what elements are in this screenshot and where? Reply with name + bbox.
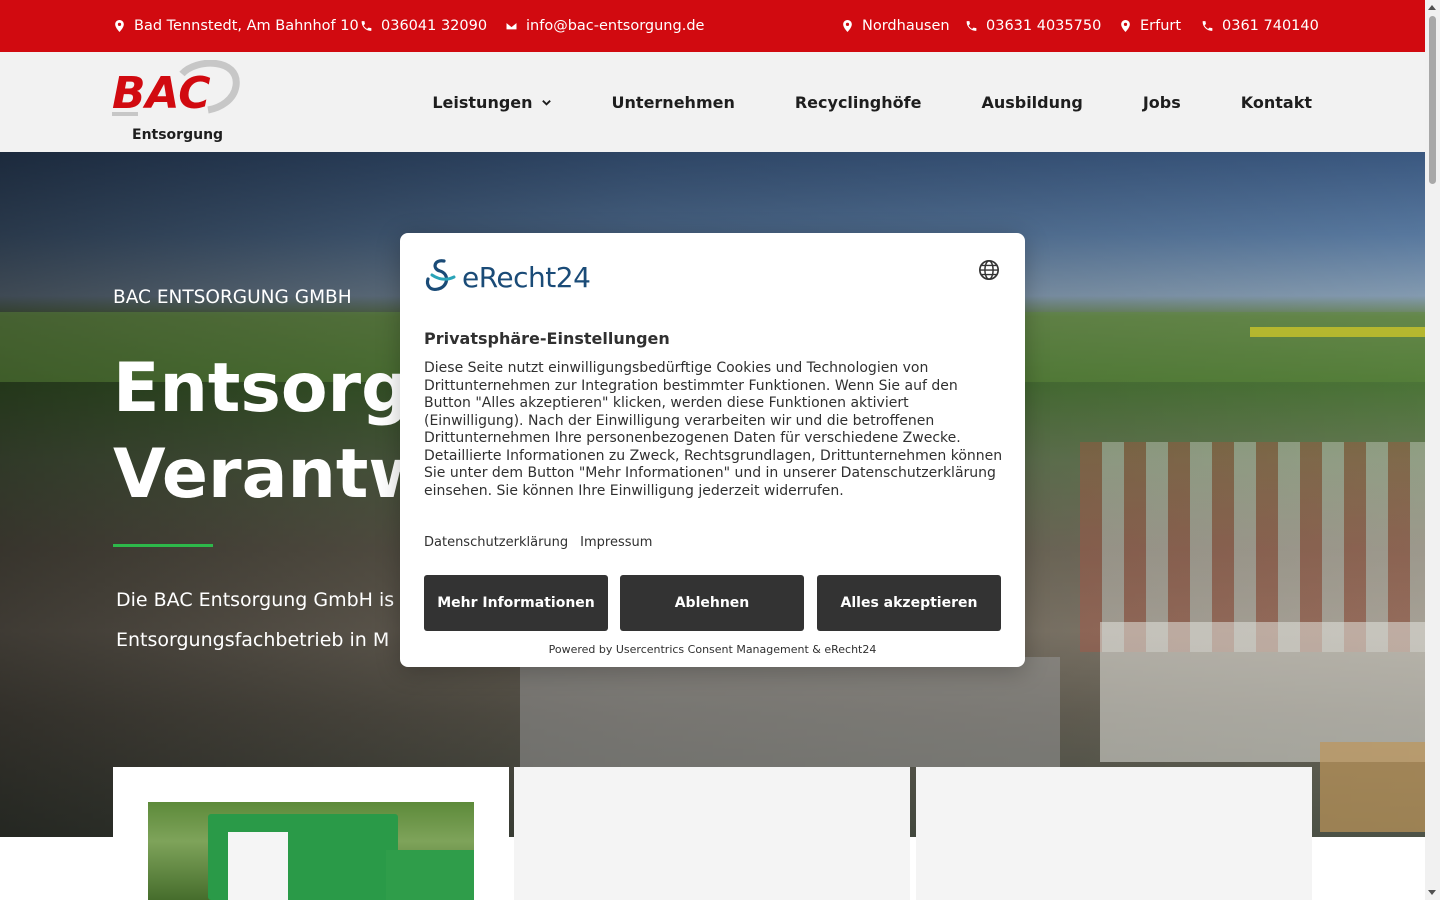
scroll-thumb[interactable]: [1429, 16, 1436, 184]
nav-item-leistungen[interactable]: Leistungen: [432, 93, 551, 112]
lead-line-2: Entsorgungsfachbetrieb in M: [116, 629, 390, 651]
phone-erfurt[interactable]: 0361 740140: [1201, 0, 1319, 52]
erecht24-logo: eRecht24: [424, 257, 591, 297]
nav-item-unternehmen[interactable]: Unternehmen: [612, 93, 735, 112]
nav-label: Recyclinghöfe: [794, 92, 922, 112]
address-bad-tennstedt[interactable]: Bad Tennstedt, Am Bahnhof 10: [113, 0, 359, 52]
logo-brand: BAC: [112, 68, 211, 119]
phone-text: 03631 4035750: [986, 18, 1102, 34]
phone-icon: [361, 21, 372, 31]
map-pin-icon: [115, 20, 124, 32]
service-card-1[interactable]: [113, 767, 509, 900]
headline-line-2: Verantwo: [113, 435, 413, 514]
chevron-down-icon: [541, 99, 551, 106]
location-nordhausen[interactable]: Nordhausen: [841, 0, 950, 52]
nav-label: Leistungen: [432, 92, 533, 112]
nav-item-kontakt[interactable]: Kontakt: [1241, 93, 1312, 112]
hero-lead: Die BAC Entsorgung GmbH is Entsorgungsfa…: [116, 580, 406, 660]
logo-subtitle: Entsorgung: [132, 127, 223, 143]
consent-dialog: eRecht24 Privatsphäre-Einstellungen Dies…: [400, 233, 1025, 667]
hero-bg-hall: [520, 657, 1060, 767]
accept-all-button[interactable]: Alles akzeptieren: [817, 575, 1001, 631]
scroll-up-arrow[interactable]: [1428, 5, 1436, 10]
erecht24-wordmark: eRecht24: [462, 260, 591, 294]
page-scrollbar[interactable]: [1425, 0, 1440, 900]
phone-nordhausen[interactable]: 03631 4035750: [965, 0, 1101, 52]
decline-button[interactable]: Ablehnen: [620, 575, 804, 631]
address-text: Bad Tennstedt, Am Bahnhof 10: [134, 18, 359, 34]
nav-item-jobs[interactable]: Jobs: [1143, 93, 1181, 112]
nav-label: Unternehmen: [611, 92, 735, 112]
hero-bg-building: [1100, 622, 1425, 762]
privacy-policy-link[interactable]: Datenschutzerklärung: [424, 535, 568, 550]
truck-cab: [228, 832, 288, 900]
hero-bg-rapeseed: [1250, 327, 1425, 337]
headline-line-1: Entsorgu: [113, 349, 413, 428]
bac-logo[interactable]: BAC Entsorgung: [110, 60, 240, 146]
email-text: info@bac-entsorgung.de: [526, 18, 705, 34]
consent-description: Diese Seite nutzt einwilligungsbedürftig…: [424, 360, 1003, 499]
skip-container: [386, 850, 474, 900]
hero-bg-town: [1080, 442, 1425, 652]
nav-item-recyclinghoefe[interactable]: Recyclinghöfe: [795, 93, 922, 112]
email-link[interactable]: info@bac-entsorgung.de: [505, 0, 704, 52]
powered-by-text: Powered by Usercentrics Consent Manageme…: [548, 643, 877, 656]
nav-label: Kontakt: [1240, 92, 1312, 112]
phone-icon: [966, 21, 977, 31]
hero-headline: Entsorgu Verantwo: [113, 346, 413, 518]
location-erfurt[interactable]: Erfurt: [1119, 0, 1181, 52]
phone-text: 0361 740140: [1222, 18, 1319, 34]
nav-item-ausbildung[interactable]: Ausbildung: [981, 93, 1082, 112]
location-text: Erfurt: [1140, 18, 1182, 34]
top-contact-bar: Bad Tennstedt, Am Bahnhof 10 036041 3209…: [0, 0, 1425, 52]
nav-label: Ausbildung: [981, 92, 1083, 112]
mail-icon: [505, 21, 518, 31]
truck-image: [148, 802, 474, 900]
consent-links: Datenschutzerklärung Impressum: [424, 535, 652, 550]
imprint-link[interactable]: Impressum: [580, 535, 652, 550]
erecht24-emblem-icon: [425, 259, 456, 291]
lead-line-1: Die BAC Entsorgung GmbH is: [116, 589, 395, 611]
main-navigation: Leistungen Unternehmen Recyclinghöfe Aus…: [432, 52, 1312, 152]
service-card-2[interactable]: [514, 767, 910, 900]
more-information-button[interactable]: Mehr Informationen: [424, 575, 608, 631]
consent-title: Privatsphäre-Einstellungen: [424, 329, 670, 348]
map-pin-icon: [1121, 20, 1130, 32]
phone-text: 036041 32090: [381, 18, 488, 34]
site-header: BAC Entsorgung Leistungen Unternehmen Re…: [0, 52, 1425, 152]
location-text: Nordhausen: [862, 18, 950, 34]
scroll-down-arrow[interactable]: [1428, 890, 1436, 895]
language-globe-icon[interactable]: [978, 259, 1000, 281]
hero-bg-woodpile: [1320, 742, 1425, 832]
phone-icon: [1202, 21, 1213, 31]
service-card-3[interactable]: [916, 767, 1312, 900]
hero-kicker: BAC ENTSORGUNG GMBH: [113, 287, 352, 308]
map-pin-icon: [843, 20, 852, 32]
phone-bad-tennstedt[interactable]: 036041 32090: [360, 0, 487, 52]
nav-label: Jobs: [1142, 92, 1181, 112]
accent-divider: [113, 544, 213, 547]
